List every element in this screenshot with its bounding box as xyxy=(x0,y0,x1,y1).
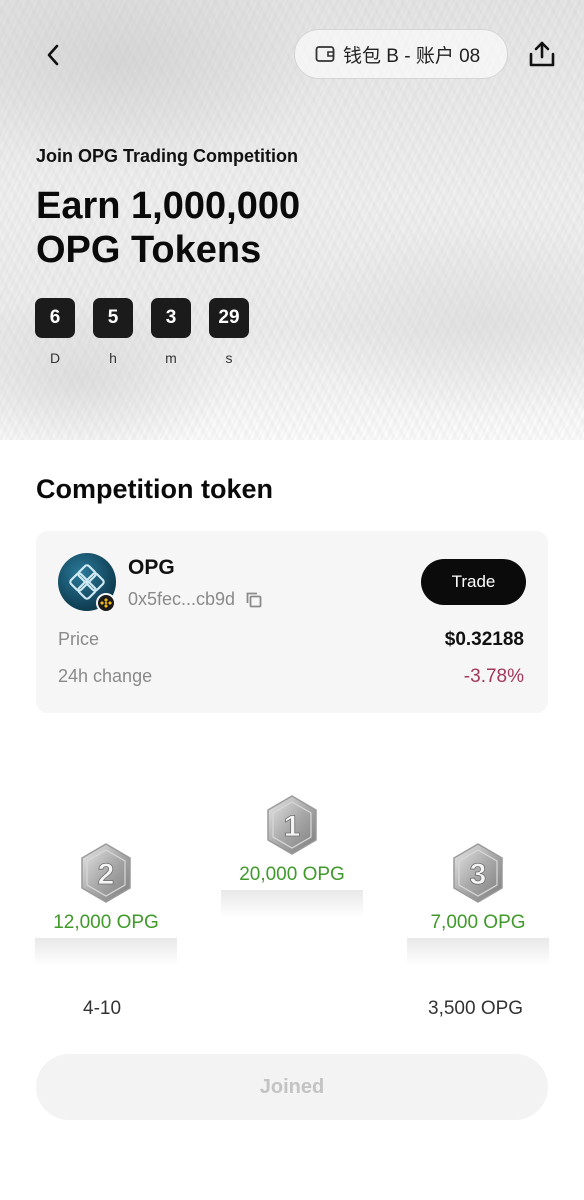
token-address-row: 0x5fec...cb9d xyxy=(128,589,263,610)
podium-second-base xyxy=(35,938,177,966)
token-address: 0x5fec...cb9d xyxy=(128,589,236,609)
change-label: 24h change xyxy=(58,666,153,686)
prize-second-amount: 12,000 OPG xyxy=(53,912,159,933)
countdown-minutes-value: 3 xyxy=(151,298,191,338)
countdown-seconds-value: 29 xyxy=(209,298,249,338)
countdown-seconds: 29 s xyxy=(209,298,249,366)
price-value: $0.32188 xyxy=(444,629,524,650)
back-button[interactable] xyxy=(38,40,68,70)
countdown-hours: 5 h xyxy=(93,298,133,366)
rank-3-number: 3 xyxy=(470,858,487,891)
price-label: Price xyxy=(58,629,100,649)
countdown-minutes-label: m xyxy=(165,350,177,366)
wallet-label: 钱包 B - 账户 08 xyxy=(343,45,481,67)
prize-first-amount: 20,000 OPG xyxy=(239,864,345,885)
headline-line-2: OPG Tokens xyxy=(36,229,262,271)
prize-third-amount: 7,000 OPG xyxy=(430,912,526,933)
share-button[interactable] xyxy=(526,38,558,70)
headline-line-1: Earn 1,000,000 xyxy=(36,185,301,227)
podium-first: 1 20,000 OPG xyxy=(221,794,363,918)
chevron-left-icon xyxy=(47,44,59,66)
rank-2-badge-icon: 2 xyxy=(81,843,131,903)
wallet-selector[interactable]: 钱包 B - 账户 08 xyxy=(294,29,508,79)
change-value: -3.78% xyxy=(463,666,524,687)
rank-1-number: 1 xyxy=(284,810,301,843)
podium-second: 2 12,000 OPG xyxy=(35,842,177,966)
podium-first-base xyxy=(221,890,363,918)
joined-button[interactable]: Joined xyxy=(36,1054,548,1120)
token-card: OPG 0x5fec...cb9d Trade Price $0.32188 2… xyxy=(36,531,548,713)
countdown-seconds-label: s xyxy=(225,350,233,366)
countdown-hours-label: h xyxy=(109,350,117,366)
podium-third: 3 7,000 OPG xyxy=(407,842,549,966)
bnb-chain-icon xyxy=(96,593,116,613)
share-icon xyxy=(529,41,555,67)
competition-subtitle: Join OPG Trading Competition xyxy=(36,146,299,166)
countdown-days-label: D xyxy=(49,350,61,366)
countdown-minutes: 3 m xyxy=(151,298,191,366)
wallet-icon xyxy=(315,46,335,62)
rank-3-badge-icon: 3 xyxy=(453,843,503,903)
rank-1-badge-icon: 1 xyxy=(267,795,317,855)
podium-third-base xyxy=(407,938,549,966)
token-name: OPG xyxy=(128,556,175,579)
competition-headline: Earn 1,000,000 OPG Tokens xyxy=(36,184,436,272)
countdown-days: 6 D xyxy=(35,298,75,366)
prize-range-rank: 4-10 xyxy=(83,998,122,1019)
trade-button[interactable]: Trade xyxy=(421,559,526,605)
countdown-hours-value: 5 xyxy=(93,298,133,338)
section-title-competition-token: Competition token xyxy=(36,474,273,504)
rank-2-number: 2 xyxy=(98,858,115,891)
prize-range-amount: 3,500 OPG xyxy=(428,998,524,1019)
countdown-timer: 6 D 5 h 3 m 29 s xyxy=(35,298,249,366)
countdown-days-value: 6 xyxy=(35,298,75,338)
copy-icon[interactable] xyxy=(245,591,263,609)
